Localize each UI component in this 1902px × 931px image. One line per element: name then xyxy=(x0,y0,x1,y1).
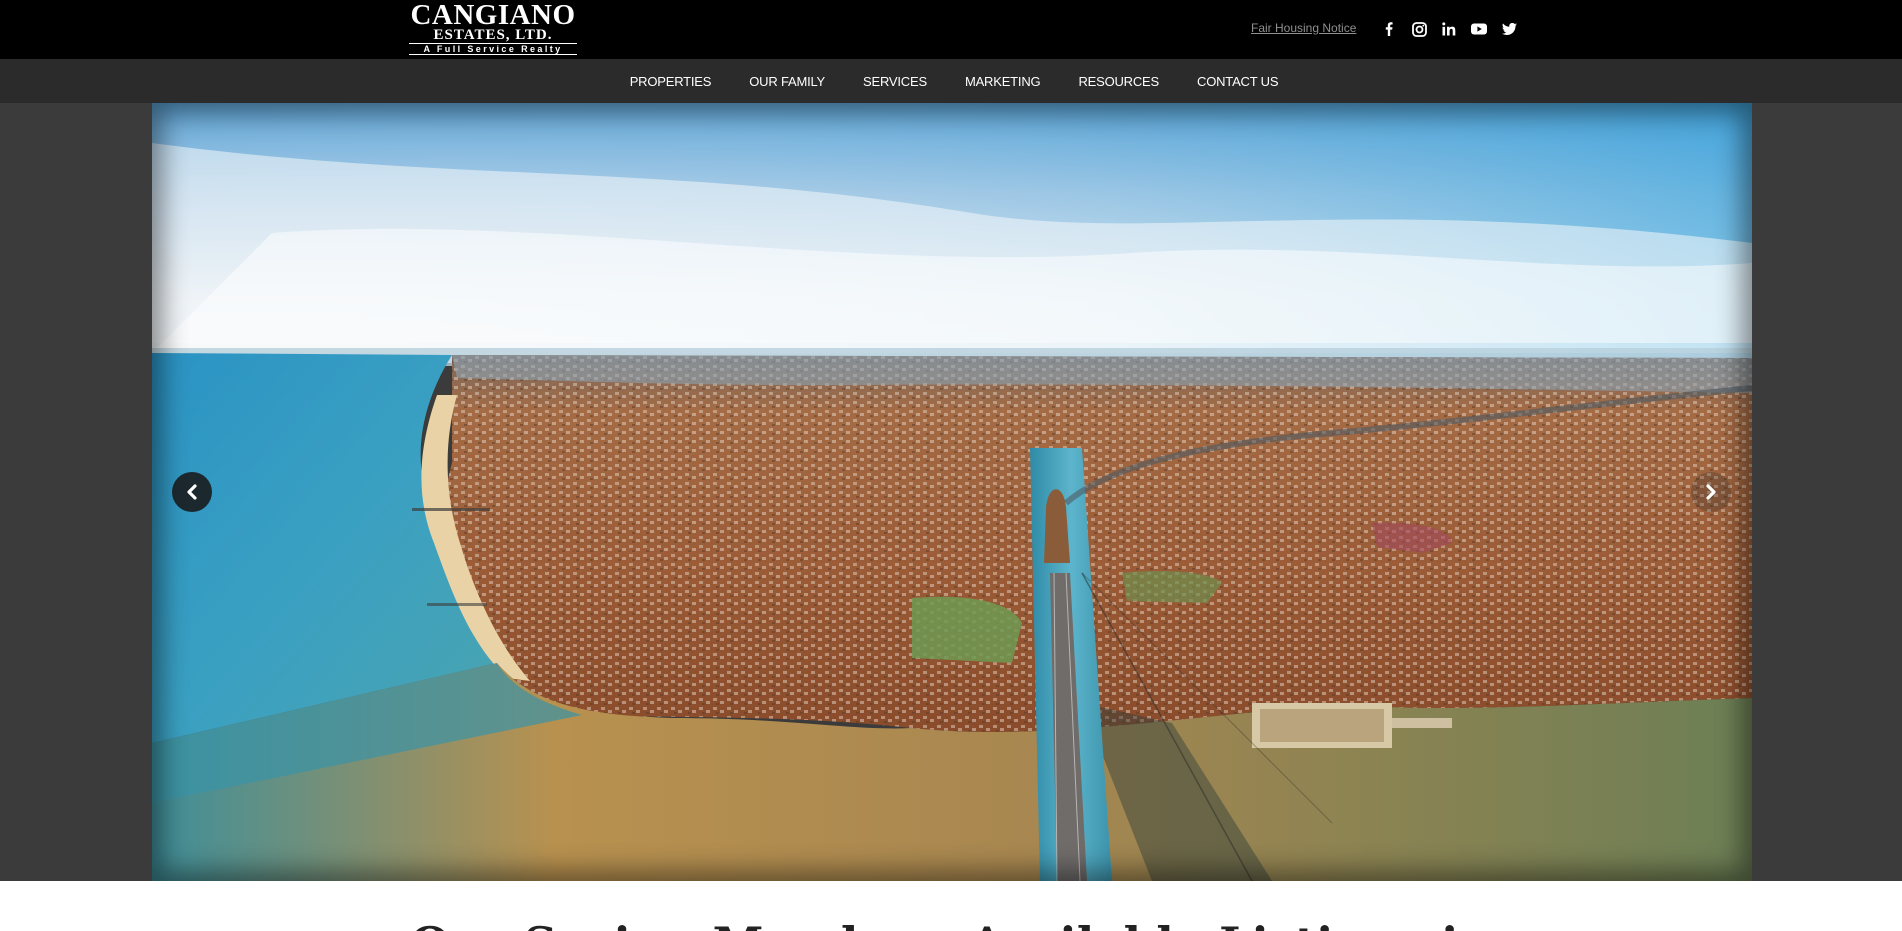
top-header-bar: CANGIANO ESTATES, LTD. A Full Service Re… xyxy=(0,0,1902,59)
main-navigation: PROPERTIES OUR FAMILY SERVICES MARKETING… xyxy=(0,59,1902,103)
nav-item-resources[interactable]: RESOURCES xyxy=(1078,74,1159,89)
instagram-icon[interactable] xyxy=(1409,19,1429,39)
brand-logo[interactable]: CANGIANO ESTATES, LTD. A Full Service Re… xyxy=(408,0,578,55)
linkedin-icon[interactable] xyxy=(1439,19,1459,39)
slider-prev-button[interactable] xyxy=(172,472,212,512)
nav-item-marketing[interactable]: MARKETING xyxy=(965,74,1041,89)
youtube-icon[interactable] xyxy=(1469,19,1489,39)
nav-item-our-family[interactable]: OUR FAMILY xyxy=(749,74,825,89)
hero-aerial-image xyxy=(152,103,1752,881)
nav-item-services[interactable]: SERVICES xyxy=(863,74,927,89)
brand-logo-line2: ESTATES, LTD. xyxy=(433,27,553,43)
slider-next-button[interactable] xyxy=(1691,472,1731,512)
brand-logo-line1: CANGIANO xyxy=(410,0,576,31)
hero-slide xyxy=(152,103,1752,881)
nav-item-contact-us[interactable]: CONTACT US xyxy=(1197,74,1279,89)
listings-section-heading: Our Saving Members Available Listings in xyxy=(0,917,1902,931)
fair-housing-notice-link[interactable]: Fair Housing Notice xyxy=(1251,21,1356,35)
twitter-icon[interactable] xyxy=(1499,19,1519,39)
listings-section: Our Saving Members Available Listings in xyxy=(0,881,1902,931)
facebook-icon[interactable] xyxy=(1379,19,1399,39)
chevron-right-icon xyxy=(1706,484,1716,500)
chevron-left-icon xyxy=(187,484,197,500)
nav-list: PROPERTIES OUR FAMILY SERVICES MARKETING… xyxy=(0,59,1902,103)
brand-logo-tagline: A Full Service Realty xyxy=(409,43,577,55)
nav-item-properties[interactable]: PROPERTIES xyxy=(630,74,712,89)
